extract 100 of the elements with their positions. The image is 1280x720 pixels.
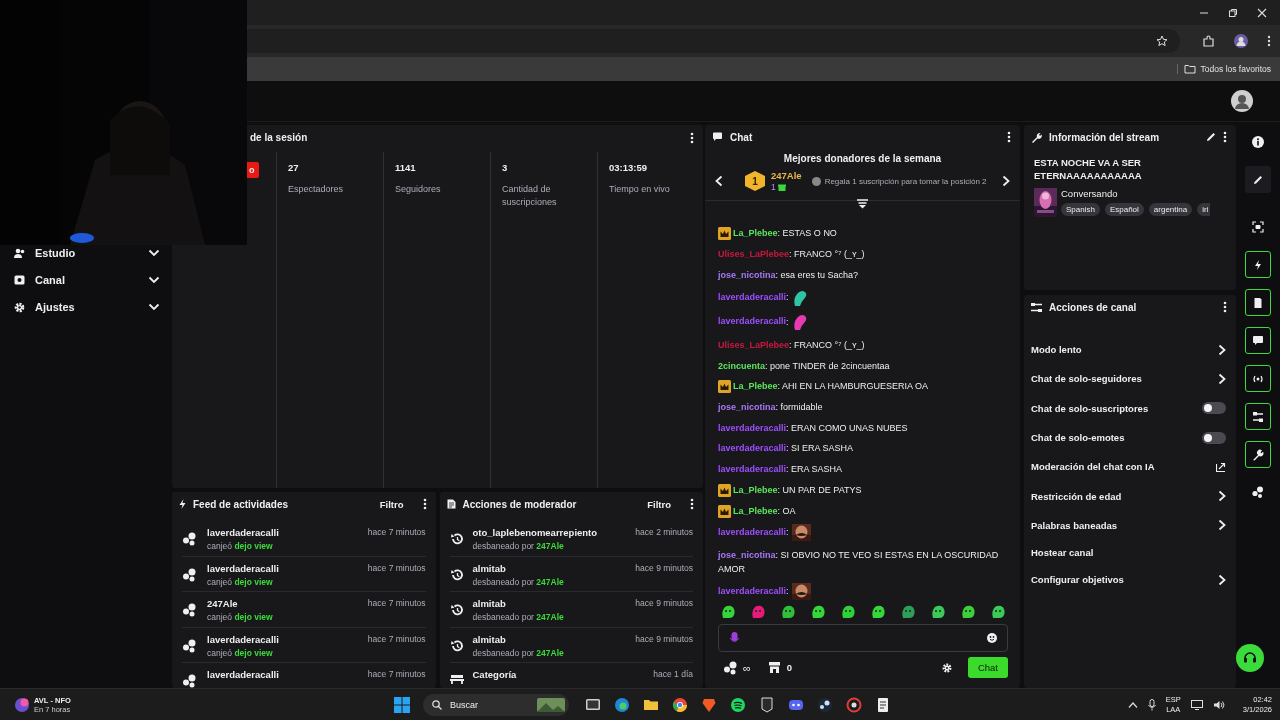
tag[interactable]: argentina (1148, 203, 1193, 216)
more-icon[interactable] (1223, 131, 1227, 143)
emote-icon[interactable] (961, 605, 975, 619)
channel-action[interactable]: Hostear canal (1024, 540, 1236, 566)
music-icon[interactable] (730, 696, 746, 713)
tag[interactable]: iri (1197, 203, 1211, 216)
emote-icon[interactable] (901, 605, 915, 619)
chevron-left-icon[interactable] (715, 175, 723, 187)
chevron-right-icon[interactable] (1218, 519, 1226, 532)
tag[interactable]: Español (1104, 203, 1144, 216)
channel-action[interactable]: Palabras baneadas (1024, 510, 1236, 541)
store-icon[interactable] (768, 662, 780, 673)
feed-username: laverdaderacalli (207, 669, 280, 680)
channel-action[interactable]: Chat de solo-seguidores (1024, 364, 1236, 394)
app-icon[interactable] (846, 696, 862, 713)
tag[interactable]: Spanish (1061, 203, 1100, 216)
panel-title: de la sesión (250, 132, 308, 143)
browser-icon[interactable] (614, 696, 630, 713)
restore-icon[interactable] (1228, 7, 1238, 18)
pencil-icon[interactable] (1206, 132, 1216, 142)
emoji-icon[interactable] (987, 633, 997, 643)
undo-icon (449, 567, 464, 582)
more-icon[interactable] (690, 498, 694, 510)
collapse-icon[interactable] (857, 199, 868, 209)
address-field[interactable] (247, 29, 1180, 53)
more-icon[interactable] (1223, 301, 1227, 313)
emote-icon[interactable] (841, 605, 855, 619)
toggle-switch[interactable] (1202, 402, 1226, 415)
chevron-down-icon[interactable] (148, 276, 160, 284)
more-icon[interactable] (690, 131, 694, 144)
document-icon (1252, 296, 1264, 309)
feed-username: almitab (472, 562, 507, 574)
send-button[interactable]: Chat (967, 657, 1008, 678)
chevron-right-icon[interactable] (1218, 573, 1226, 586)
emote-icon[interactable] (721, 605, 735, 619)
wrench-button[interactable] (1245, 441, 1271, 468)
chat-message: laverdaderacalli: SI ERA SASHA (718, 442, 855, 456)
browser-icon[interactable] (672, 696, 688, 713)
gear-icon[interactable] (941, 662, 952, 673)
document-button[interactable] (1245, 289, 1271, 316)
star-icon[interactable] (1156, 35, 1168, 47)
channel-action[interactable]: Chat de solo-suscriptores (1024, 393, 1236, 423)
window-icon[interactable] (585, 696, 601, 713)
channel-action[interactable]: Restricción de edad (1024, 481, 1236, 511)
close-icon[interactable] (1257, 7, 1267, 18)
puzzle-icon[interactable] (1202, 34, 1215, 48)
menu-icon[interactable] (1267, 35, 1271, 47)
app-icon[interactable] (759, 696, 775, 713)
emote-icon[interactable] (991, 605, 1005, 619)
speaker-icon[interactable] (1212, 699, 1225, 710)
sidebar-item[interactable]: Estudio (14, 246, 160, 260)
filter-button[interactable]: Filtro (379, 498, 404, 510)
chat-message: Ulises_LaPlebee: FRANCO °⁷ (_ʏ_) (718, 248, 866, 262)
category-name[interactable]: Conversando (1061, 188, 1211, 199)
sidebar-item[interactable]: Ajustes (14, 300, 160, 314)
chevron-right-icon[interactable] (1002, 175, 1010, 187)
emote-icon[interactable] (811, 605, 825, 619)
bolt-button[interactable] (1245, 251, 1271, 278)
channel-action[interactable]: Configurar objetivos (1024, 565, 1236, 595)
more-icon[interactable] (422, 498, 427, 510)
chevron-down-icon[interactable] (148, 303, 160, 311)
avatar-icon[interactable] (1231, 90, 1253, 112)
filter-button[interactable]: Filtro (647, 498, 671, 510)
sliders-button[interactable] (1245, 403, 1271, 430)
chat-message: jose_nicotina: esa eres tu Sacha? (718, 268, 860, 282)
chat-input-field[interactable] (718, 624, 1008, 652)
feed-time: hace 9 minutos (635, 598, 693, 608)
shield-icon[interactable] (701, 696, 717, 713)
page-icon[interactable] (875, 696, 891, 713)
broadcast-button[interactable] (1245, 365, 1271, 392)
microphone-icon[interactable] (1147, 698, 1156, 711)
support-button[interactable] (1236, 644, 1264, 672)
chevron-right-icon[interactable] (1218, 372, 1226, 385)
bookmark-folder[interactable]: Todos los favoritos (1176, 64, 1271, 74)
activity-text: canjeó dejo view (207, 576, 274, 587)
chevron-up-icon[interactable] (1127, 700, 1138, 709)
chevron-down-icon[interactable] (148, 249, 160, 257)
chat-button[interactable] (1245, 327, 1271, 354)
channel-action[interactable]: Chat de solo-emotes (1024, 422, 1236, 453)
external-link-icon[interactable] (1216, 461, 1226, 472)
bubbles-icon[interactable] (1252, 486, 1264, 498)
more-icon[interactable] (1007, 131, 1011, 143)
windows-icon[interactable] (394, 696, 410, 713)
avatar-icon[interactable] (1234, 34, 1248, 48)
sidebar-item[interactable]: Canal (14, 273, 160, 287)
monitor-icon[interactable] (1190, 699, 1203, 710)
emote-icon[interactable] (931, 605, 945, 619)
pencil-button[interactable] (1245, 166, 1271, 193)
emote-icon[interactable] (871, 605, 885, 619)
info-icon[interactable] (1252, 136, 1264, 148)
focus-icon[interactable] (1252, 221, 1264, 233)
emote-icon[interactable] (751, 605, 765, 619)
chevron-right-icon[interactable] (1218, 490, 1226, 503)
search-field[interactable]: Buscar (423, 693, 569, 716)
toggle-switch[interactable] (1202, 431, 1226, 444)
channel-action[interactable]: Moderación del chat con IA (1024, 452, 1236, 482)
emote-icon[interactable] (781, 605, 795, 619)
channel-action[interactable]: Modo lento (1024, 335, 1236, 365)
landscape-icon (537, 697, 565, 712)
chevron-right-icon[interactable] (1218, 343, 1226, 356)
